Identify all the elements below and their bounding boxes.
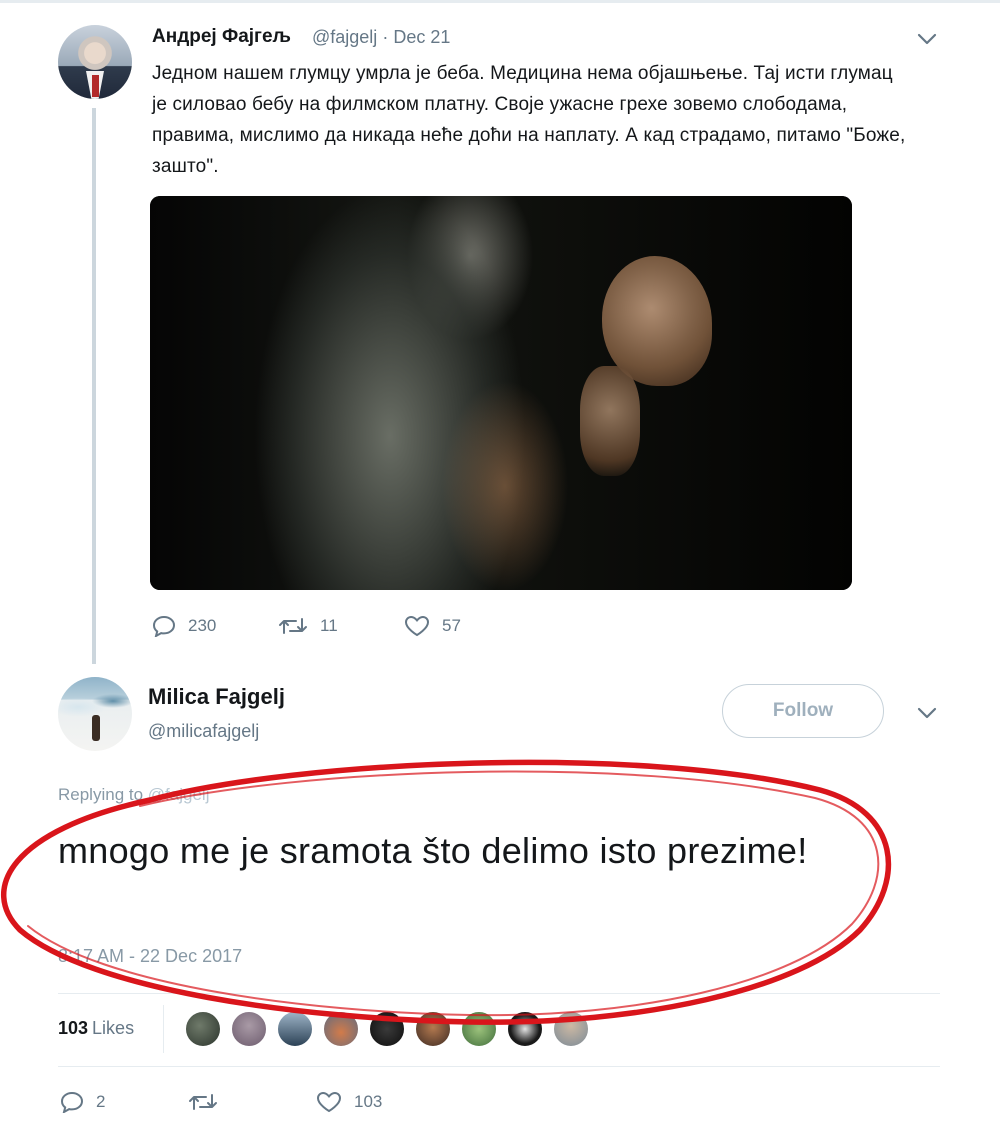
liker-avatar[interactable]: [414, 1010, 452, 1048]
liker-avatar[interactable]: [276, 1010, 314, 1048]
parent-author-meta: @fajgelj · Dec 21: [312, 27, 450, 48]
main-like-count: 103: [354, 1092, 383, 1111]
liker-avatar[interactable]: [184, 1010, 222, 1048]
stats-divider-bottom: [58, 1066, 940, 1067]
liker-avatar[interactable]: [506, 1010, 544, 1048]
parent-like-action[interactable]: 57: [404, 615, 461, 637]
liker-avatar[interactable]: [322, 1010, 360, 1048]
parent-like-count: 57: [442, 616, 461, 635]
main-reply-count: 2: [96, 1092, 106, 1111]
top-border: [0, 0, 1000, 3]
main-tweet-text: mnogo me je sramota što delimo isto prez…: [58, 830, 808, 871]
chevron-down-icon[interactable]: [916, 32, 938, 46]
stats-separator: [163, 1005, 164, 1053]
retweet-icon: [279, 618, 307, 634]
parent-retweet-count: 11: [320, 616, 338, 635]
heart-icon: [404, 615, 430, 637]
chevron-down-icon[interactable]: [916, 706, 938, 720]
liker-avatars: [184, 1010, 598, 1048]
main-retweet-action[interactable]: [188, 1091, 230, 1113]
main-tweet-timestamp[interactable]: 8:17 AM - 22 Dec 2017: [58, 946, 242, 967]
retweet-icon: [189, 1094, 217, 1110]
likes-stat[interactable]: 103 Likes: [58, 1018, 134, 1039]
replying-prefix: Replying to: [58, 785, 144, 804]
parent-author-avatar[interactable]: [58, 25, 132, 99]
likes-stat-label: Likes: [92, 1018, 135, 1038]
likes-stat-count: 103: [58, 1018, 89, 1038]
replying-handle-link[interactable]: @fajgelj: [148, 785, 210, 804]
replying-to: Replying to @fajgelj: [58, 785, 209, 805]
follow-button[interactable]: Follow: [722, 684, 884, 738]
parent-retweet-action[interactable]: 11: [278, 615, 338, 637]
liker-avatar[interactable]: [460, 1010, 498, 1048]
reply-icon: [60, 1091, 84, 1113]
parent-tweet-media[interactable]: [150, 196, 852, 590]
main-author-name[interactable]: Milica Fajgelj: [148, 684, 285, 710]
parent-author-name[interactable]: Андреј Фајгељ: [152, 26, 291, 48]
liker-avatar[interactable]: [368, 1010, 406, 1048]
parent-tweet-date[interactable]: Dec 21: [393, 27, 450, 47]
liker-avatar[interactable]: [230, 1010, 268, 1048]
main-like-action[interactable]: 103: [316, 1091, 382, 1113]
main-author-avatar[interactable]: [58, 677, 132, 751]
main-reply-action[interactable]: 2: [60, 1091, 105, 1113]
parent-reply-action[interactable]: 230: [152, 615, 216, 637]
parent-reply-count: 230: [188, 616, 217, 635]
reply-icon: [152, 615, 176, 637]
main-author-handle[interactable]: @milicafajgelj: [148, 721, 259, 742]
thread-connector-line: [92, 108, 96, 664]
heart-icon: [316, 1091, 342, 1113]
parent-author-handle[interactable]: @fajgelj: [312, 27, 377, 47]
parent-tweet-text: Једном нашем глумцу умрла је беба. Медиц…: [152, 63, 906, 177]
stats-divider-top: [58, 993, 940, 994]
meta-separator: ·: [382, 27, 389, 47]
liker-avatar[interactable]: [552, 1010, 590, 1048]
